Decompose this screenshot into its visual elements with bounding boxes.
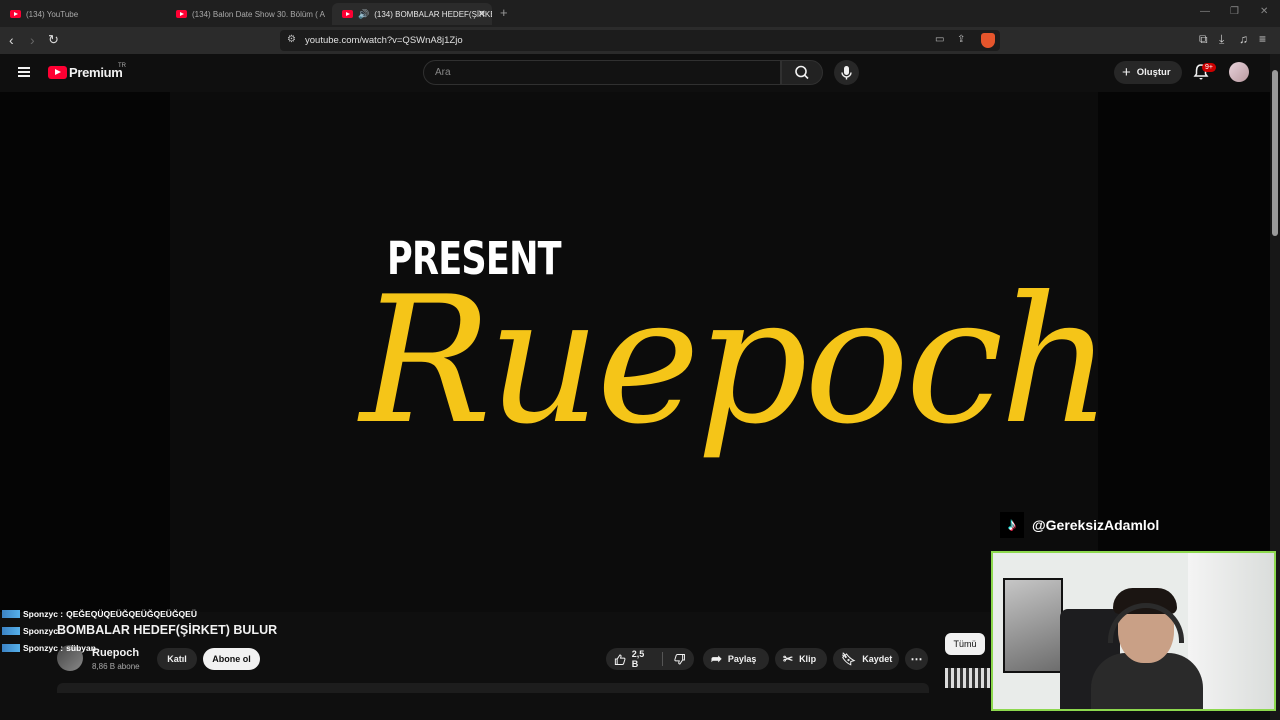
menu-icon[interactable]: ≡ [1259, 32, 1266, 46]
browser-nav-bar: ‹ › ↻ ⚙ youtube.com/watch?v=QSWnA8j1Zjo … [0, 27, 1280, 54]
close-tab-icon[interactable]: ✕ [478, 9, 486, 20]
dislike-icon[interactable] [674, 653, 686, 666]
subscriber-count: 8,86 B abone [92, 662, 140, 671]
share-icon: ➦ [711, 651, 722, 666]
chat-badge-icon [2, 610, 20, 618]
chat-message: Sponzyc : [2, 626, 66, 636]
tab-title: (134) Balon Date Show 30. Bölüm ( A [192, 9, 325, 19]
cast-icon[interactable]: ▭ [935, 34, 944, 45]
minimize-icon[interactable]: — [1200, 6, 1210, 17]
save-button[interactable]: 🔖︎ Kaydet [833, 648, 899, 670]
logo-text: Premium [69, 65, 123, 80]
youtube-logo-icon [48, 66, 67, 79]
save-label: Kaydet [862, 654, 893, 664]
more-icon: ⋯ [910, 652, 923, 666]
voice-search-button[interactable] [834, 60, 859, 85]
bookmark-icon: 🔖︎ [841, 652, 857, 666]
music-icon[interactable]: ♫ [1239, 32, 1248, 46]
close-window-icon[interactable]: ✕ [1260, 6, 1268, 17]
speaker-icon: 🔊 [358, 8, 370, 19]
chat-user: Sponzyc : [23, 609, 64, 619]
search-icon [795, 65, 809, 80]
reload-icon[interactable]: ↻ [48, 32, 59, 48]
url-text: youtube.com/watch?v=QSWnA8j1Zjo [305, 35, 463, 46]
clip-button[interactable]: ✂ Klip [775, 648, 827, 670]
create-button[interactable]: + Oluştur [1114, 61, 1182, 84]
chat-message: Sponzyc : sübyan [2, 643, 96, 653]
search-box [423, 60, 781, 85]
like-divider [662, 652, 664, 666]
youtube-favicon-icon [176, 10, 187, 18]
search-button[interactable] [781, 60, 823, 85]
related-video-thumbnail[interactable] [945, 668, 990, 688]
chat-user: Sponzyc : [23, 643, 64, 653]
tab-title: (134) YouTube [26, 9, 79, 19]
forward-icon[interactable]: › [30, 32, 35, 48]
browser-tab-bar: (134) YouTube (134) Balon Date Show 30. … [0, 0, 1280, 27]
tiktok-watermark: ♪ @GereksizAdamlol [1000, 512, 1159, 538]
like-dislike-group: 2,5 B [606, 648, 694, 670]
filter-chip-all[interactable]: Tümü [945, 633, 985, 655]
create-label: Oluştur [1136, 67, 1171, 78]
like-count[interactable]: 2,5 B [632, 649, 652, 669]
youtube-logo[interactable]: Premium [48, 65, 123, 80]
webcam-portrait-frame [1003, 578, 1063, 673]
search-input[interactable] [435, 67, 735, 78]
tab-balon-date-show[interactable]: (134) Balon Date Show 30. Bölüm ( A [166, 3, 332, 25]
youtube-favicon-icon [10, 10, 21, 18]
chat-text: QEĞEQÜQEÜĞQEÜĞQEÜĞQEÜ [66, 609, 197, 619]
address-bar[interactable]: ⚙ youtube.com/watch?v=QSWnA8j1Zjo ▭ ⇪ [280, 30, 1000, 51]
like-icon[interactable] [614, 653, 626, 666]
tab-youtube-home[interactable]: (134) YouTube [0, 3, 166, 25]
notification-badge: 9+ [1202, 63, 1216, 72]
scrollbar-thumb[interactable] [1272, 70, 1278, 236]
share-label: Paylaş [727, 654, 757, 664]
webcam-overlay [991, 551, 1276, 711]
chat-overlay: Sponzyc : QEĞEQÜQEÜĞQEÜĞQEÜĞQEÜ Sponzyc … [0, 606, 335, 658]
download-icon[interactable]: ⤓ [1219, 32, 1224, 47]
country-code: TR [118, 63, 126, 69]
description-box[interactable] [57, 683, 929, 693]
more-actions-button[interactable]: ⋯ [905, 648, 928, 670]
scissors-icon: ✂ [783, 652, 794, 666]
chat-text: sübyan [66, 643, 96, 653]
chat-badge-icon [2, 627, 20, 635]
tab-bombalar-active[interactable]: 🔊 (134) BOMBALAR HEDEF(ŞİRKE ✕ [332, 3, 492, 25]
account-avatar[interactable] [1229, 62, 1249, 82]
clip-label: Klip [799, 654, 817, 664]
video-overlay-script: Ruepoch [360, 260, 1112, 463]
tiktok-handle: @GereksizAdamlol [1032, 517, 1160, 533]
extensions-icon[interactable]: ⧉ [1199, 32, 1208, 47]
youtube-favicon-icon [342, 10, 353, 18]
chat-badge-icon [2, 644, 20, 652]
new-tab-button[interactable]: + [500, 5, 508, 20]
guide-menu-icon[interactable] [18, 67, 30, 77]
share-page-icon[interactable]: ⇪ [957, 34, 965, 45]
tab-title: (134) BOMBALAR HEDEF(ŞİRKE [374, 9, 492, 19]
chat-user: Sponzyc : [23, 626, 64, 636]
tiktok-icon: ♪ [1000, 512, 1024, 538]
share-button[interactable]: ➦ Paylaş [703, 648, 769, 670]
restore-icon[interactable]: ❐ [1230, 6, 1239, 17]
site-info-icon[interactable]: ⚙ [287, 34, 296, 45]
chat-message: Sponzyc : QEĞEQÜQEÜĞQEÜĞQEÜĞQEÜ [2, 609, 197, 619]
brave-shield-icon[interactable] [981, 33, 995, 48]
plus-icon: + [1122, 63, 1131, 81]
back-icon[interactable]: ‹ [9, 32, 14, 48]
microphone-icon [841, 66, 852, 80]
